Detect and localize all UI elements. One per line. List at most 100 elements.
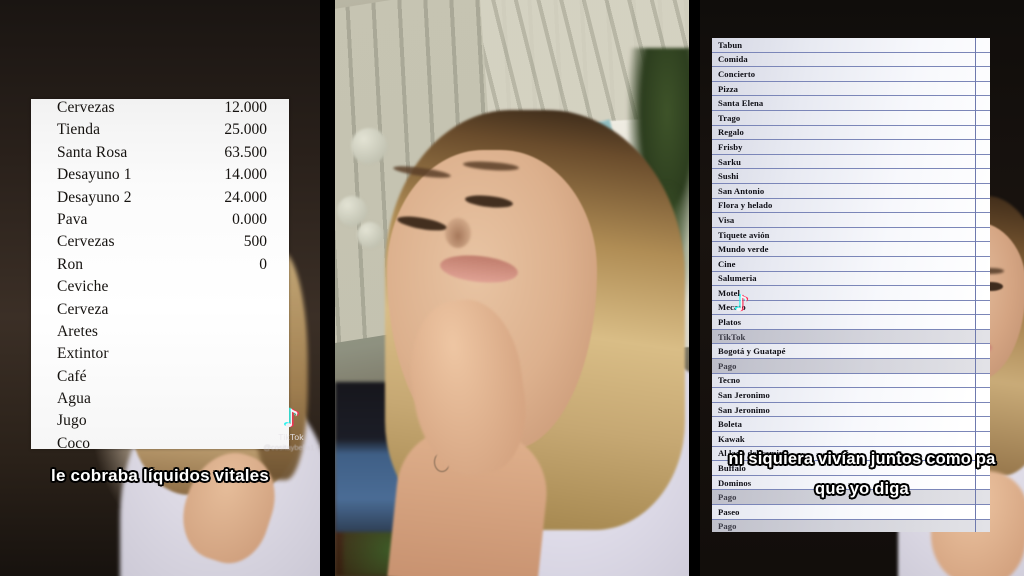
sheet-row-label: Tabun [718,39,743,50]
sheet-row[interactable]: Tecno [712,374,990,389]
sheet-row-label: San Jeronimo [718,404,770,415]
middle-video-frame [335,0,689,576]
expense-label: Jugo [57,412,87,430]
expense-label: Santa Rosa [57,143,128,161]
sheet-row-label: Tiquete avión [718,229,770,240]
right-caption-line-1: ni siquiera vivían juntos como pa [728,450,996,468]
expense-row: Ron 0 [31,256,289,278]
pendant-lamp [357,222,383,248]
sheet-row[interactable]: Tabun [712,38,990,53]
tiktok-username-label: @cositaybella17 [263,443,319,452]
expense-row: Cervezas 12.000 [31,99,289,121]
tiktok-note-icon: ♪ ♪ ♪ [733,291,751,317]
expense-row: Santa Rosa 63.500 [31,144,289,166]
right-caption: ni siquiera vivían juntos como pa que yo… [700,444,1024,504]
expense-row: Tienda 25.000 [31,121,289,143]
sheet-row-label: Pizza [718,83,739,94]
expense-row: Aretes [31,323,289,345]
sheet-row-label: Concierto [718,68,756,79]
sheet-row[interactable]: Boleta [712,417,990,433]
expense-row: Coco [31,435,289,449]
left-video-panel[interactable]: Cervezas 12.000 Tienda 25.000 Santa Rosa 63.5… [0,0,320,576]
pendant-lamp [337,196,367,226]
sheet-row-label: Boleta [718,419,742,430]
expense-label: Cerveza [57,300,109,318]
sheet-row[interactable]: Frisby [712,140,990,155]
expense-value: 24.000 [224,188,267,206]
middle-subject-nose [445,218,471,248]
expense-label: Extintor [57,345,109,363]
sheet-row-label: Tecno [718,375,741,386]
sheet-row-label: Flora y helado [718,200,773,211]
expense-label: Aretes [57,322,99,340]
sheet-row-label: Bogotá y Guatapé [718,346,786,357]
expense-value: 0.000 [232,210,267,228]
sheet-row-label: Mundo verde [718,244,769,255]
sheet-row-label: San Antonio [718,185,765,196]
sheet-row-label: TikTok [718,331,746,342]
sheet-row-label: Comida [718,54,748,65]
expense-label: Cervezas [57,99,115,116]
expense-row: Cerveza [31,301,289,323]
screenshot-root: Cervezas 12.000 Tienda 25.000 Santa Rosa 63.5… [0,0,1024,576]
sheet-row-label: Regalo [718,127,744,138]
sheet-row[interactable]: Comida [712,53,990,68]
sheet-row[interactable]: Pizza [712,82,990,97]
sheet-row-label: Santa Elena [718,98,764,109]
expense-label: Café [57,367,87,385]
sheet-row[interactable]: Tiquete avión [712,228,990,243]
middle-video-panel[interactable] [335,0,689,576]
sheet-row[interactable]: Santa Elena [712,96,990,111]
sheet-row[interactable]: Mundo verde [712,242,990,257]
sheet-row-label: Pago [718,521,737,532]
expense-value: 63.500 [224,143,267,161]
sheet-row[interactable]: Bogotá y Guatapé [712,344,990,360]
tiktok-note-icon: ♪ ♪ ♪ [282,403,301,433]
sheet-row[interactable]: Salumeria [712,272,990,287]
expense-value: 14.000 [224,166,267,184]
expense-label: Ceviche [57,278,109,296]
sheet-row-label: Sarku [718,156,741,167]
expense-row: Desayuno 1 14.000 [31,166,289,188]
sheet-row[interactable]: Visa [712,213,990,228]
tiktok-brand-label: TikTok [278,432,304,442]
tiktok-watermark: ♪ ♪ ♪ TikTok @cositaybella17 [262,404,320,452]
expense-label: Ron [57,255,84,273]
sheet-row[interactable]: Flora y helado [712,199,990,214]
sheet-row[interactable]: Paseo [712,505,990,520]
right-video-panel[interactable]: Tabun Comida Concierto Pizza Santa Elena Trag… [700,0,1024,576]
expense-row: Desayuno 2 24.000 [31,189,289,211]
expense-row: Café [31,368,289,390]
left-caption: le cobraba líquidos vitales [51,466,269,485]
sheet-row[interactable]: Regalo [712,126,990,141]
right-caption-line-2: que yo diga [815,480,909,498]
sheet-row[interactable]: San Antonio [712,184,990,199]
sheet-row[interactable]: Pago [712,519,990,532]
sheet-row-label: Trago [718,112,741,123]
sheet-row[interactable]: San Jeronimo [712,388,990,403]
pendant-lamp [351,128,387,164]
sheet-row-label: San Jeronimo [718,390,770,401]
sheet-row-label: Frisby [718,141,743,152]
sheet-row[interactable]: Concierto [712,67,990,82]
expense-value: 500 [243,233,267,251]
sheet-row[interactable]: Trago [712,111,990,126]
sheet-row[interactable]: Pago [712,359,990,374]
expense-label: Tienda [57,121,101,139]
sheet-row[interactable]: Cine [712,257,990,272]
expense-label: Cervezas [57,233,115,251]
expense-label: Desayuno 2 [57,188,132,206]
sheet-row[interactable]: Sushi [712,169,990,184]
expense-row: Cervezas 500 [31,233,289,255]
expense-label: Pava [57,210,88,228]
expense-row: Jugo [31,412,289,434]
expense-value: 25.000 [224,121,267,139]
expense-row: Ceviche [31,278,289,300]
expense-label: Desayuno 1 [57,166,132,184]
sheet-row[interactable]: San Jeronimo [712,403,990,418]
sheet-row-label: Visa [718,214,735,225]
sheet-row[interactable]: Sarku [712,155,990,170]
expense-label: Agua [57,390,91,408]
sheet-row[interactable]: TikTok [712,329,990,345]
expense-value: 0 [259,255,267,273]
